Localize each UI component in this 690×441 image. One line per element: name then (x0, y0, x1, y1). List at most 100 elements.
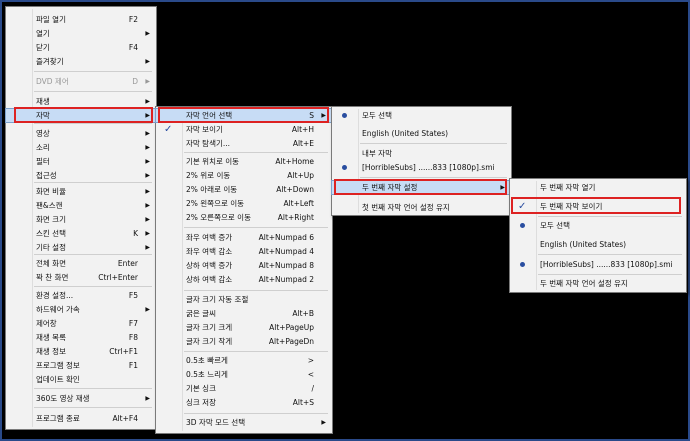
menu-item-label: 굵은 글씨 (186, 309, 216, 318)
menu-item-자막[interactable]: 자막 ▶ (5, 108, 157, 123)
menu-item-360도-영상-재생[interactable]: 360도 영상 재생 ▶ (6, 392, 156, 405)
menu-item-프로그램-종료[interactable]: 프로그램 종료 Alt+F4 (6, 412, 156, 425)
menu-item-환경-설정[interactable]: 환경 설정... F5 (6, 289, 156, 302)
menu-item-글자-크기-크게[interactable]: 글자 크기 크게 Alt+PageUp (156, 321, 332, 334)
menu-item-첫-번째-자막-언어-설정-유지[interactable]: 첫 번째 자막 언어 설정 유지 (332, 201, 511, 214)
menu-item-shortcut: Alt+H (291, 125, 314, 134)
menu-item-파일-열기[interactable]: 파일 열기 F2 (6, 13, 156, 26)
menu-item-shortcut: D (132, 77, 138, 86)
submenu-arrow-icon: ▶ (145, 244, 150, 251)
menu-separator (34, 254, 152, 255)
menu-item-shortcut: Ctrl+Enter (98, 273, 138, 282)
submenu-arrow-icon: ▶ (145, 230, 150, 237)
menu-separator (538, 216, 682, 217)
menu-item-제어창[interactable]: 제어창 F7 (6, 317, 156, 330)
menu-item-열기[interactable]: 열기 ▶ (6, 27, 156, 40)
menu-item-업데이트-확인[interactable]: 업데이트 확인 (6, 373, 156, 386)
menu-item-자막-탐색기[interactable]: 자막 탐색기... Alt+E (156, 137, 332, 150)
menu-item-label: 글자 크기 크게 (186, 323, 233, 332)
menu-item-자막-보이기[interactable]: ✓ 자막 보이기 Alt+H (156, 123, 332, 136)
menu-item-label: 두 번째 자막 보이기 (540, 202, 603, 211)
menu-item-소리[interactable]: 소리 ▶ (6, 141, 156, 154)
menu-item-3d-자막-모드-선택[interactable]: 3D 자막 모드 선택 ▶ (156, 416, 332, 429)
menu-item-스킨-선택[interactable]: 스킨 선택 K ▶ (6, 227, 156, 240)
menu-item-shortcut: F2 (128, 15, 138, 24)
menu-item-하드웨어-가속[interactable]: 하드웨어 가속 ▶ (6, 303, 156, 316)
menu-item-label: 모두 선택 (362, 111, 392, 120)
menu-item-2-왼쪽으로-이동[interactable]: 2% 왼쪽으로 이동 Alt+Left (156, 197, 332, 210)
submenu-arrow-icon: ▶ (145, 395, 150, 402)
menu-item-shortcut: F1 (128, 361, 138, 370)
menu-item-접근성[interactable]: 접근성 ▶ (6, 169, 156, 182)
menu-item-2-아래로-이동[interactable]: 2% 아래로 이동 Alt+Down (156, 183, 332, 196)
submenu-arrow-icon: ▶ (321, 419, 326, 426)
menu-separator (34, 407, 152, 408)
menu-item-label: 기타 설정 (36, 243, 66, 252)
menu-item-화면-비율[interactable]: 화면 비율 ▶ (6, 185, 156, 198)
menu-item-0-5초-빠르게[interactable]: 0.5초 빠르게 > (156, 354, 332, 367)
menu-item-label: 열기 (36, 29, 50, 38)
menu-item-싱크-저장[interactable]: 싱크 저장 Alt+S (156, 396, 332, 409)
menu-item-두-번째-자막-언어-설정-유지[interactable]: 두 번째 자막 언어 설정 유지 (510, 277, 686, 290)
menu-item-자막-언어-선택[interactable]: 자막 언어 선택 S ▶ (155, 108, 333, 123)
menu-item-닫기[interactable]: 닫기 F4 (6, 41, 156, 54)
menu-item-꽉-찬-화면[interactable]: 꽉 찬 화면 Ctrl+Enter (6, 271, 156, 284)
menu-item-두-번째-자막-설정[interactable]: 두 번째 자막 설정 ▶ (331, 180, 512, 195)
submenu-subtitle-language: 모두 선택 English (United States) 내부 자막 [Horrib… (331, 106, 512, 216)
submenu-arrow-icon: ▶ (145, 130, 150, 137)
menu-item-label: 기본 싱크 (186, 384, 216, 393)
menu-item-재생[interactable]: 재생 ▶ (6, 95, 156, 108)
menu-item-shortcut: Enter (117, 259, 138, 268)
menu-item-상하-여백-감소[interactable]: 상하 여백 감소 Alt+Numpad 2 (156, 273, 332, 286)
menu-item-팬-스캔[interactable]: 팬&스캔 ▶ (6, 199, 156, 212)
menu-item-화면-크기[interactable]: 화면 크기 ▶ (6, 213, 156, 226)
menu-item-필터[interactable]: 필터 ▶ (6, 155, 156, 168)
menu-item-shortcut: Alt+Numpad 6 (258, 233, 314, 242)
menu-item-전체-화면[interactable]: 전체 화면 Enter (6, 257, 156, 270)
menu-item-label: 하드웨어 가속 (36, 305, 80, 314)
menu-item-굵은-글씨[interactable]: 굵은 글씨 Alt+B (156, 307, 332, 320)
menu-item-label: 제어창 (36, 319, 57, 328)
menu-item-label: 소리 (36, 143, 50, 152)
menu-item-좌우-여백-증가[interactable]: 좌우 여백 증가 Alt+Numpad 6 (156, 231, 332, 244)
menu-item-label: 자막 언어 선택 (186, 111, 233, 120)
menu-item-기본-싱크[interactable]: 기본 싱크 / (156, 382, 332, 395)
menu-item-shortcut: Alt+Down (276, 185, 314, 194)
menu-item-기타-설정[interactable]: 기타 설정 ▶ (6, 241, 156, 254)
menu-item-기본-위치로-이동[interactable]: 기본 위치로 이동 Alt+Home (156, 155, 332, 168)
menu-item-label: DVD 제어 (36, 77, 69, 86)
menu-item-horriblesubs-833-1080p-smi[interactable]: [HorribleSubs] ......833 [1080p].smi (510, 258, 686, 271)
menu-item-horriblesubs-833-1080p-smi[interactable]: [HorribleSubs] ......833 [1080p].smi (332, 161, 511, 174)
menu-item-재생-정보[interactable]: 재생 정보 Ctrl+F1 (6, 345, 156, 358)
menu-item-즐겨찾기[interactable]: 즐겨찾기 ▶ (6, 55, 156, 68)
menu-item-label: 영상 (36, 129, 50, 138)
menu-item-label: 파일 열기 (36, 15, 66, 24)
menu-item-2-오른쪽으로-이동[interactable]: 2% 오른쪽으로 이동 Alt+Right (156, 211, 332, 224)
menu-item-프로그램-정보[interactable]: 프로그램 정보 F1 (6, 359, 156, 372)
menu-item-영상[interactable]: 영상 ▶ (6, 127, 156, 140)
menu-item-두-번째-자막-열기[interactable]: 두 번째 자막 열기 (510, 181, 686, 194)
submenu-arrow-icon: ▶ (500, 184, 505, 191)
menu-item-label: 화면 비율 (36, 187, 66, 196)
menu-item-english-united-states[interactable]: English (United States) (510, 238, 686, 251)
menu-item-shortcut: Ctrl+F1 (109, 347, 138, 356)
radio-bullet-icon (520, 223, 525, 228)
menu-item-좌우-여백-감소[interactable]: 좌우 여백 감소 Alt+Numpad 4 (156, 245, 332, 258)
menu-item-2-위로-이동[interactable]: 2% 위로 이동 Alt+Up (156, 169, 332, 182)
menu-item-두-번째-자막-보이기[interactable]: ✓ 두 번째 자막 보이기 (510, 200, 686, 213)
menu-item-모두-선택[interactable]: 모두 선택 (510, 219, 686, 232)
menu-item-label: 재생 목록 (36, 333, 66, 342)
menu-item-모두-선택[interactable]: 모두 선택 (332, 109, 511, 122)
menu-item-재생-목록[interactable]: 재생 목록 F8 (6, 331, 156, 344)
menu-item-글자-크기-자동-조절[interactable]: 글자 크기 자동 조절 (156, 293, 332, 306)
menu-item-label: 즐겨찾기 (36, 57, 64, 66)
menu-item-label: [HorribleSubs] ......833 [1080p].smi (362, 163, 495, 172)
menu-item-글자-크기-작게[interactable]: 글자 크기 작게 Alt+PageDn (156, 335, 332, 348)
menu-item-내부-자막[interactable]: 내부 자막 (332, 147, 511, 160)
menu-item-0-5초-느리게[interactable]: 0.5초 느리게 < (156, 368, 332, 381)
menu-item-shortcut: Alt+B (292, 309, 314, 318)
menu-item-label: 업데이트 확인 (36, 375, 80, 384)
menu-item-label: 재생 정보 (36, 347, 66, 356)
menu-item-english-united-states[interactable]: English (United States) (332, 127, 511, 140)
menu-item-상하-여백-증가[interactable]: 상하 여백 증가 Alt+Numpad 8 (156, 259, 332, 272)
